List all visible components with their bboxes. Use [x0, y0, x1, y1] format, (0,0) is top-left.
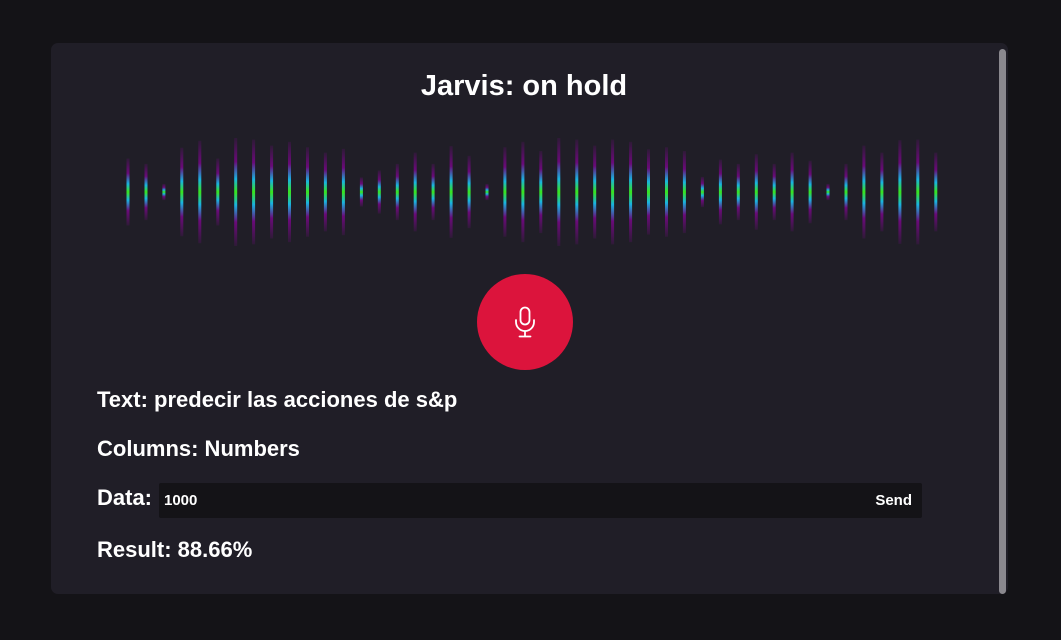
waveform-bar	[485, 183, 489, 201]
waveform-bar	[431, 163, 435, 221]
waveform-bar	[306, 147, 309, 237]
waveform-bar	[252, 139, 256, 245]
recognized-text: Text: predecir las acciones de s&p	[97, 387, 458, 412]
audio-waveform	[126, 138, 938, 246]
waveform-bar	[521, 141, 525, 243]
waveform-bar	[539, 151, 543, 234]
jarvis-panel: Jarvis: on hold Text: predecir las accio…	[51, 43, 1008, 594]
waveform-bar	[126, 158, 130, 226]
waveform-bar	[862, 145, 866, 239]
waveform-bar	[790, 152, 794, 232]
waveform-bar	[467, 155, 471, 229]
waveform-bar	[395, 163, 399, 221]
waveform-bar	[629, 141, 633, 243]
waveform-bar	[557, 138, 561, 246]
microphone-icon	[515, 306, 535, 338]
waveform-bar	[880, 152, 884, 232]
waveform-bar	[413, 152, 417, 232]
waveform-bar	[665, 147, 668, 237]
waveform-bar	[288, 141, 291, 243]
waveform-bar	[270, 145, 274, 239]
waveform-bar	[575, 139, 579, 245]
send-button[interactable]: Send	[875, 483, 912, 518]
waveform-bar	[593, 145, 597, 239]
waveform-bar	[341, 148, 345, 236]
waveform-bar	[180, 147, 184, 237]
result-text: Result: 88.66%	[97, 537, 253, 562]
waveform-bar	[898, 140, 902, 244]
data-label: Data:	[97, 485, 153, 510]
waveform-bar	[916, 139, 920, 245]
waveform-bar	[323, 152, 327, 232]
waveform-bar	[449, 146, 453, 238]
waveform-bar	[377, 170, 381, 214]
waveform-bar	[162, 183, 166, 201]
waveform-bar	[359, 177, 363, 207]
waveform-bar	[844, 163, 848, 221]
waveform-bar	[934, 152, 938, 232]
waveform-bar	[647, 149, 650, 235]
waveform-bar	[144, 163, 148, 221]
waveform-bar	[808, 160, 812, 224]
waveform-bar	[216, 158, 220, 226]
waveform-bar	[736, 163, 740, 221]
columns-text: Columns: Numbers	[97, 436, 300, 461]
waveform-bar	[234, 138, 238, 246]
waveform-bar	[700, 176, 704, 208]
waveform-bar	[682, 151, 686, 234]
waveform-bar	[826, 183, 830, 201]
data-input[interactable]	[159, 483, 849, 518]
microphone-button[interactable]	[477, 274, 573, 370]
data-input-container: Send	[159, 483, 922, 518]
scrollbar[interactable]	[999, 49, 1006, 594]
waveform-bar	[772, 163, 776, 221]
waveform-bar	[718, 159, 722, 225]
waveform-bar	[198, 140, 202, 244]
waveform-bar	[611, 139, 615, 245]
waveform-bar	[754, 154, 758, 230]
waveform-bar	[503, 147, 507, 237]
